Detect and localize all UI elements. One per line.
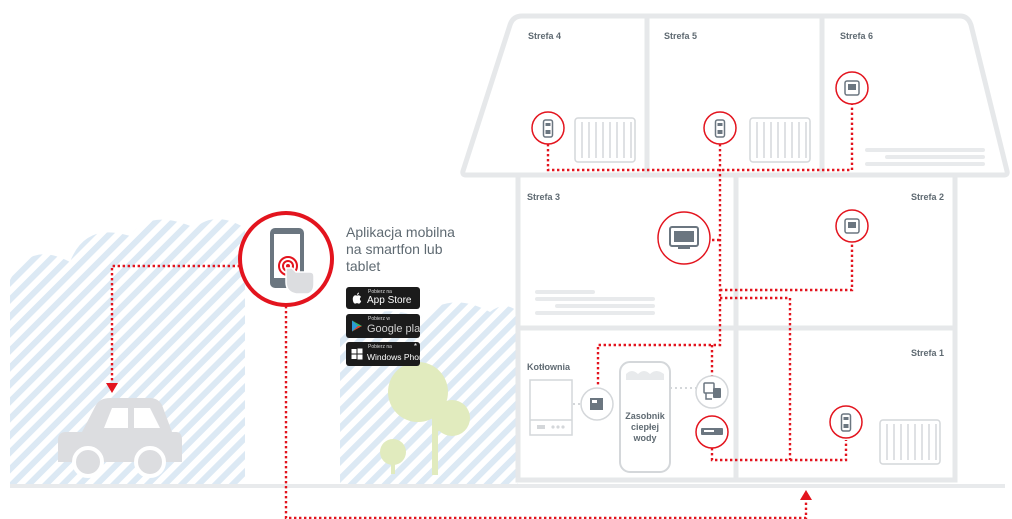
radiator-icon [574,117,636,163]
tank-label-line3: wody [632,433,656,443]
windows-phone-badge[interactable]: Pobierz na Windows Phone * [346,342,420,366]
tv-monitor-icon [669,226,699,249]
tank-label-line2: ciepłej [631,422,659,432]
app-store-label: App Store [367,295,412,306]
valve-controller[interactable] [695,375,729,409]
app-description-line3: tablet [346,258,381,274]
zone-4-label: Strefa 4 [528,31,561,41]
zone-5-label: Strefa 5 [664,31,697,41]
controller-zone6[interactable] [835,71,869,105]
zone-1-label: Strefa 1 [911,348,944,358]
google-play-badge[interactable]: Pobierz w Google play [346,314,420,338]
google-play-icon [352,320,362,332]
zone-6-label: Strefa 6 [840,31,873,41]
controller-zone2[interactable] [835,209,869,243]
tank-label-line1: Zasobnik [625,411,666,421]
smart-home-diagram: Strefa 4 Strefa 5 Strefa 6 Strefa 3 Stre… [10,13,1010,519]
zone-2-label: Strefa 2 [911,192,944,202]
asterisk-mark: * [413,342,417,351]
radiator-icon [879,419,941,465]
thermostat-zone1[interactable] [829,405,863,439]
app-description-line2: na smartfon lub [346,241,443,257]
zone-3-label: Strefa 3 [527,192,560,202]
thermostat-icon [840,413,852,432]
windows-small-text: Pobierz na [368,344,392,350]
receiver-module[interactable] [695,415,729,449]
app-store-badge[interactable]: Pobierz na App Store [346,287,420,309]
thermostat-icon [714,119,726,138]
windows-phone-label: Windows Phone [367,352,420,362]
ground-line [10,484,1005,488]
mobile-app-circle[interactable] [238,211,334,307]
arrow-up-icon [800,490,812,500]
room-controller-icon [844,218,860,234]
boiler-icon [529,379,573,436]
apple-icon [352,292,362,304]
boiler-room-label: Kotłownia [527,362,571,372]
room-controller-icon [844,80,860,96]
thermostat-zone4[interactable] [531,111,565,145]
google-play-label: Google play [367,323,420,335]
boiler-module[interactable] [580,387,614,421]
google-play-small-text: Pobierz w [368,316,390,322]
app-description-line1: Aplikacja mobilna [346,224,455,240]
central-controller[interactable] [657,211,711,265]
windows-icon [351,348,363,360]
app-description: Aplikacja mobilna na smartfon lub tablet [346,224,455,275]
radiator-icon [749,117,811,163]
thermostat-zone5[interactable] [703,111,737,145]
thermostat-icon [542,119,554,138]
